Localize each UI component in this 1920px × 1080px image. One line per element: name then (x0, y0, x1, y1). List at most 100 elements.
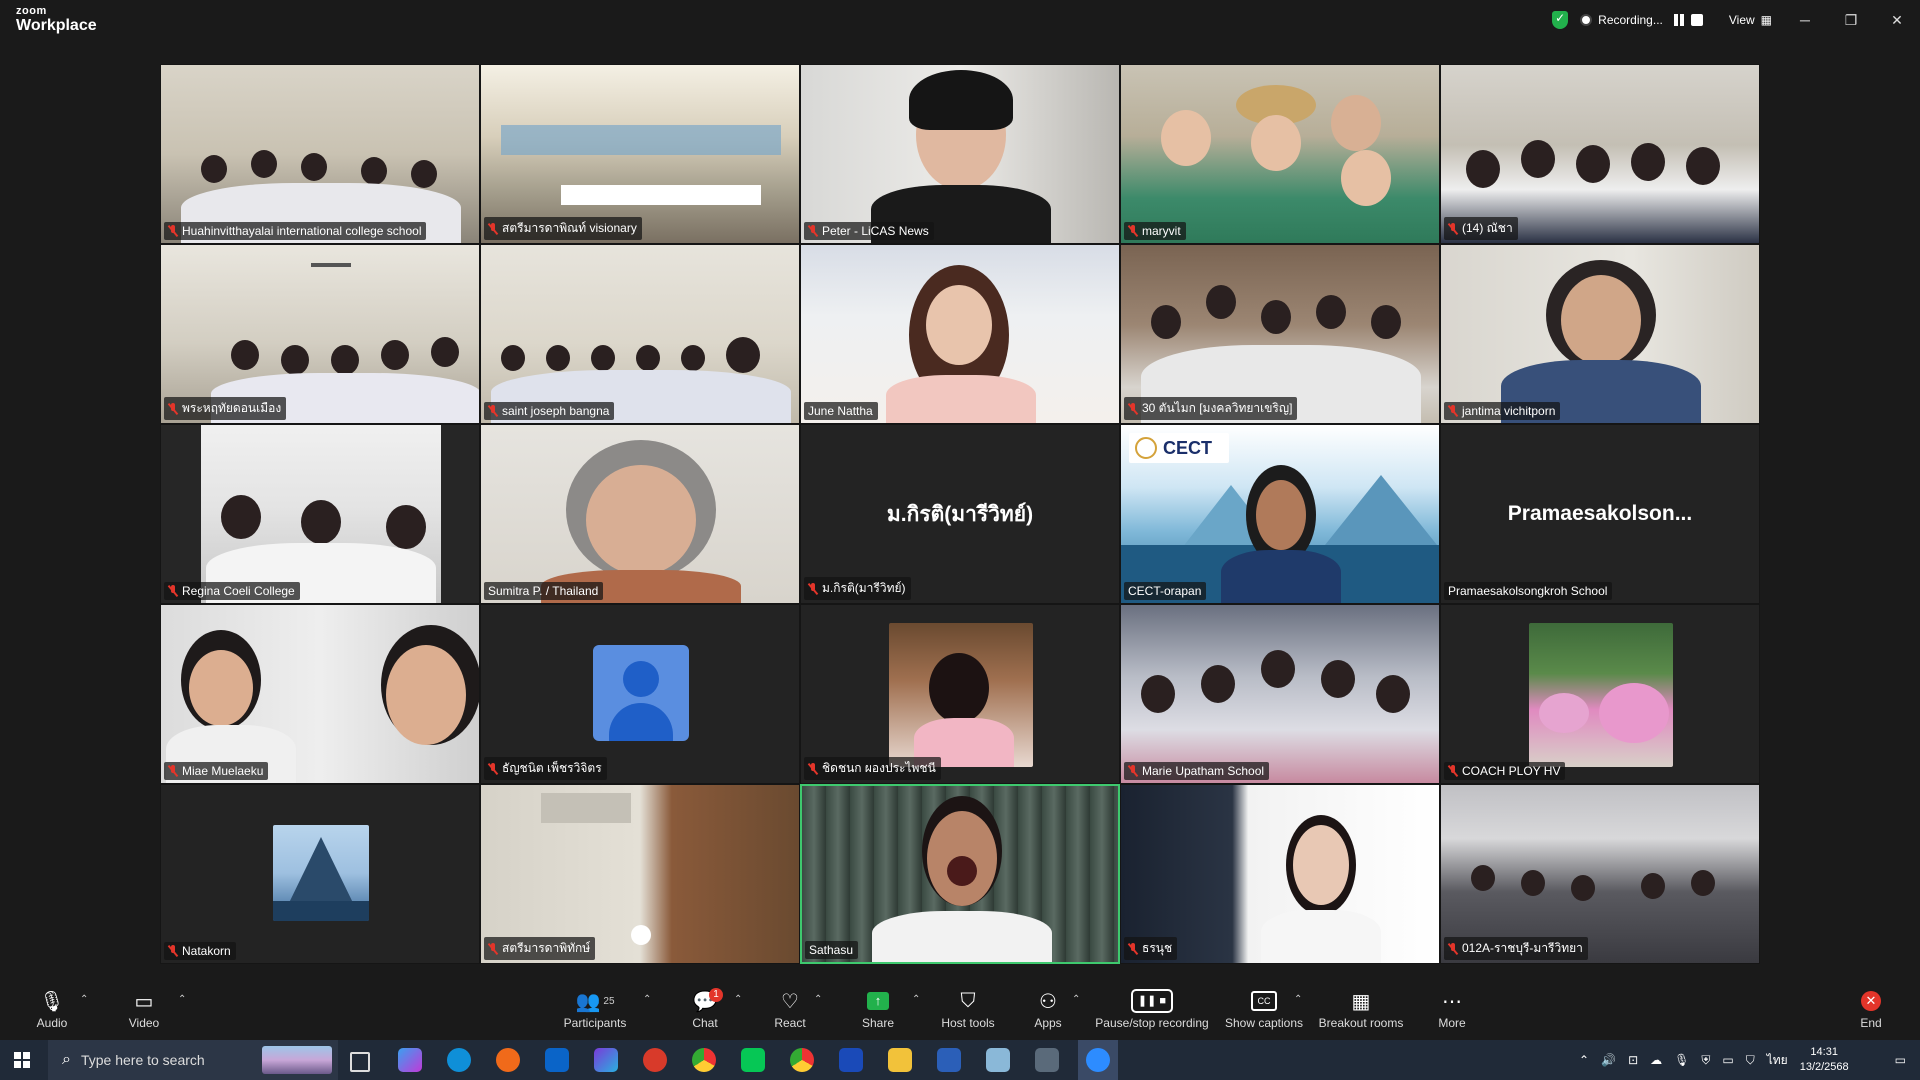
participant-tile[interactable]: Regina Coeli College (160, 424, 480, 604)
video-feed (161, 605, 479, 783)
close-icon[interactable]: ✕ (1874, 12, 1920, 29)
participant-tile[interactable]: ชิดชนก ผองประไพชนี (800, 604, 1120, 784)
muted-mic-icon (488, 762, 498, 775)
participant-tile[interactable]: CECT CECT-orapan (1120, 424, 1440, 604)
active-speaker-tile[interactable]: Sathasu (800, 784, 1120, 964)
breakout-rooms-label: Breakout rooms (1318, 1016, 1404, 1030)
word-icon[interactable] (937, 1048, 961, 1072)
video-options-chevron-icon[interactable]: ⌃ (178, 994, 186, 1005)
participant-tile[interactable]: 30 ตันไมก [มงคลวิทยาเขริญ] (1120, 244, 1440, 424)
participant-tile[interactable]: Peter - LiCAS News (800, 64, 1120, 244)
audio-button[interactable]: 🎙 Audio (32, 980, 72, 1038)
microphone-tray-icon[interactable]: 🎙 (1674, 1053, 1689, 1067)
network-icon[interactable]: ▭ (1722, 1053, 1733, 1067)
file-explorer-icon[interactable] (888, 1048, 912, 1072)
video-feed (1441, 245, 1759, 423)
security-tray-icon[interactable]: ⛨ (1701, 1053, 1710, 1068)
pause-recording-icon[interactable] (1673, 14, 1685, 26)
share-button[interactable]: ↑ Share (858, 980, 898, 1038)
audio-options-chevron-icon[interactable]: ⌃ (80, 994, 88, 1005)
windows-start-icon[interactable] (14, 1052, 30, 1068)
more-label: More (1438, 1016, 1466, 1030)
participant-name: June Nattha (808, 404, 873, 418)
edge-browser-icon[interactable] (447, 1048, 471, 1072)
apps-options-chevron-icon[interactable]: ⌃ (1072, 994, 1080, 1005)
participant-tile[interactable]: Pramaesakolson... Pramaesakolsongkroh Sc… (1440, 424, 1760, 604)
calculator-icon[interactable] (1035, 1048, 1059, 1072)
participant-tile[interactable]: 012A-ราชบุรี-มารีวิทยา (1440, 784, 1760, 964)
zoom-taskbar-button[interactable] (1078, 1040, 1118, 1080)
notepad-icon[interactable] (986, 1048, 1010, 1072)
end-label: End (1860, 1016, 1882, 1030)
participant-tile[interactable]: COACH PLOY HV (1440, 604, 1760, 784)
taskbar-search-box[interactable]: ⌕ Type here to search (48, 1040, 338, 1080)
participant-tile[interactable]: ม.กิรติ(มารีวิทย์) ม.กิรติ(มารีวิทย์) (800, 424, 1120, 604)
chrome-profile-icon[interactable] (790, 1048, 814, 1072)
captions-options-chevron-icon[interactable]: ⌃ (1294, 994, 1302, 1005)
participants-options-chevron-icon[interactable]: ⌃ (643, 994, 651, 1005)
muted-mic-icon (1128, 225, 1138, 237)
m365-icon[interactable] (594, 1048, 618, 1072)
react-button[interactable]: ♡ React (770, 980, 810, 1038)
participant-tile[interactable]: jantima vichitporn (1440, 244, 1760, 424)
participant-tile[interactable]: Huahinvitthayalai international college … (160, 64, 480, 244)
video-feed (802, 786, 1118, 962)
notifications-icon[interactable]: ▭ (1895, 1053, 1906, 1067)
meet-now-icon[interactable]: ⊡ (1628, 1053, 1638, 1067)
video-button[interactable]: ▭ Video (124, 980, 164, 1038)
org-seal-icon (1135, 437, 1157, 459)
participant-tile[interactable]: Natakorn (160, 784, 480, 964)
volume-icon[interactable]: 🔊 (1601, 1053, 1616, 1067)
end-meeting-button[interactable]: ✕ End (1856, 980, 1886, 1038)
participant-name-label: COACH PLOY HV (1444, 762, 1566, 780)
share-options-chevron-icon[interactable]: ⌃ (912, 994, 920, 1005)
muted-mic-icon (1128, 402, 1138, 415)
encryption-shield-icon[interactable] (1552, 11, 1569, 29)
app-red-icon[interactable] (643, 1048, 667, 1072)
minimize-icon[interactable]: ─ (1782, 12, 1828, 28)
end-x-icon: ✕ (1861, 991, 1881, 1011)
participant-tile[interactable]: saint joseph bangna (480, 244, 800, 424)
onedrive-cloud-icon[interactable]: ☁ (1650, 1053, 1662, 1067)
participant-name: Natakorn (182, 944, 231, 958)
participant-tile[interactable]: ธัญชนิต เพ็ชรวิจิตร (480, 604, 800, 784)
pause-stop-recording-icon: ❚❚ ■ (1131, 989, 1173, 1013)
participant-display-name: Pramaesakolson... (1507, 502, 1693, 525)
show-captions-label: Show captions (1224, 1016, 1304, 1030)
video-feed (161, 65, 479, 243)
chat-options-chevron-icon[interactable]: ⌃ (734, 994, 742, 1005)
outlook-icon[interactable] (545, 1048, 569, 1072)
restore-icon[interactable]: ❐ (1828, 12, 1874, 29)
participant-tile[interactable]: Marie Upatham School (1120, 604, 1440, 784)
breakout-rooms-button[interactable]: ▦ Breakout rooms (1318, 980, 1404, 1038)
input-language[interactable]: ไทย (1767, 1051, 1788, 1070)
webex-icon[interactable] (839, 1048, 863, 1072)
show-hidden-icons-chevron-icon[interactable]: ⌃ (1579, 1053, 1589, 1067)
firefox-icon[interactable] (496, 1048, 520, 1072)
participant-tile[interactable]: (14) ณัชา (1440, 64, 1760, 244)
participant-tile[interactable]: maryvit (1120, 64, 1440, 244)
stop-recording-icon[interactable] (1690, 14, 1703, 26)
more-button[interactable]: ⋯ More (1432, 980, 1472, 1038)
task-view-icon[interactable] (350, 1052, 370, 1072)
participant-tile[interactable]: สตรีมารดาพิทักษ์ (480, 784, 800, 964)
participant-name: Sumitra P. / Thailand (488, 584, 599, 598)
taskbar-clock[interactable]: 14:31 13/2/2568 (1800, 1045, 1849, 1075)
show-captions-button[interactable]: CC Show captions (1222, 980, 1306, 1038)
copilot-icon[interactable] (398, 1048, 422, 1072)
participant-tile[interactable]: พระหฤทัยดอนเมือง (160, 244, 480, 424)
participant-tile[interactable]: Miae Muelaeku (160, 604, 480, 784)
participant-tile[interactable]: June Nattha (800, 244, 1120, 424)
react-options-chevron-icon[interactable]: ⌃ (814, 994, 822, 1005)
participant-tile[interactable]: ธรนุช (1120, 784, 1440, 964)
chrome-icon[interactable] (692, 1048, 716, 1072)
host-tools-button[interactable]: ⛉ Host tools (938, 980, 998, 1038)
participant-tile[interactable]: Sumitra P. / Thailand (480, 424, 800, 604)
view-button[interactable]: View ▦ (1729, 13, 1772, 27)
participants-button[interactable]: 👥 25 Participants (560, 980, 630, 1038)
apps-button[interactable]: ⚇ Apps (1028, 980, 1068, 1038)
participant-tile[interactable]: สตรีมารดาพิณท์ visionary (480, 64, 800, 244)
defender-icon[interactable]: ⛉ (1746, 1053, 1755, 1068)
pause-stop-recording-button[interactable]: ❚❚ ■ Pause/stop recording (1094, 980, 1210, 1038)
line-app-icon[interactable] (741, 1048, 765, 1072)
